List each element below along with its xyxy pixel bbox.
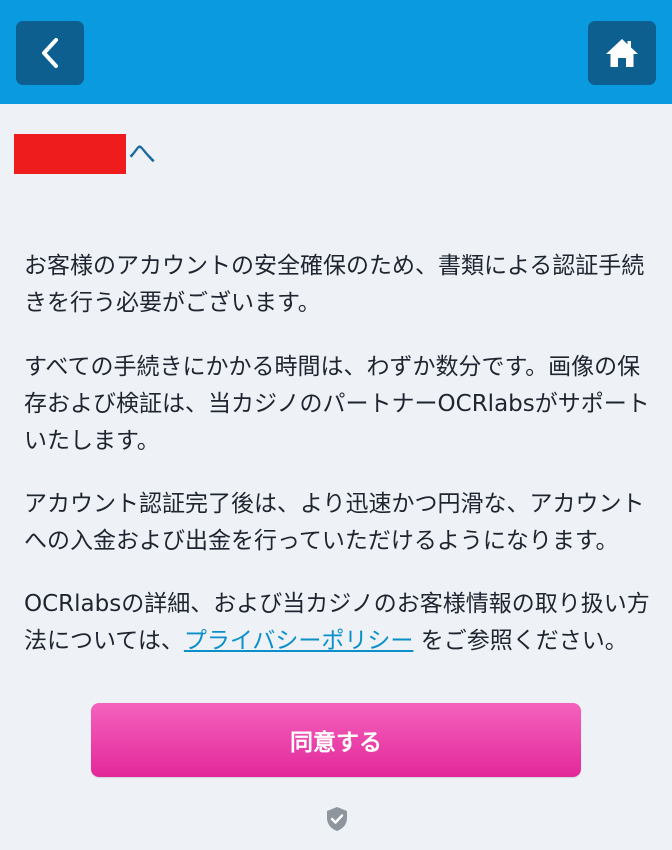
shield-check-icon xyxy=(327,807,347,831)
paragraph-benefits: アカウント認証完了後は、より迅速かつ円滑な、アカウントへの入金および出金を行って… xyxy=(24,491,645,554)
paragraph-security: お客様のアカウントの安全確保のため、書類による認証手続きを行う必要がございます。 xyxy=(24,253,645,316)
greeting: へ xyxy=(14,134,156,174)
privacy-policy-link[interactable]: プライバシーポリシー xyxy=(184,628,414,654)
privacy-text-after: をご参照ください。 xyxy=(413,628,628,654)
greeting-suffix: へ xyxy=(128,137,157,170)
back-button[interactable] xyxy=(16,21,84,85)
paragraph-privacy: OCRlabsの詳細、および当カジノのお客様情報の取り扱い方法については、プライ… xyxy=(24,586,652,660)
chevron-left-icon xyxy=(42,38,58,68)
redacted-username xyxy=(14,134,126,174)
verification-info: お客様のアカウントの安全確保のため、書類による認証手続きを行う必要がございます。… xyxy=(24,248,652,686)
paragraph-duration: すべての手続きにかかる時間は、わずか数分です。画像の保存および検証は、当カジノの… xyxy=(24,354,650,454)
home-button[interactable] xyxy=(588,21,656,85)
top-bar xyxy=(0,0,672,104)
agree-button[interactable]: 同意する xyxy=(91,703,581,777)
home-icon xyxy=(606,39,638,67)
